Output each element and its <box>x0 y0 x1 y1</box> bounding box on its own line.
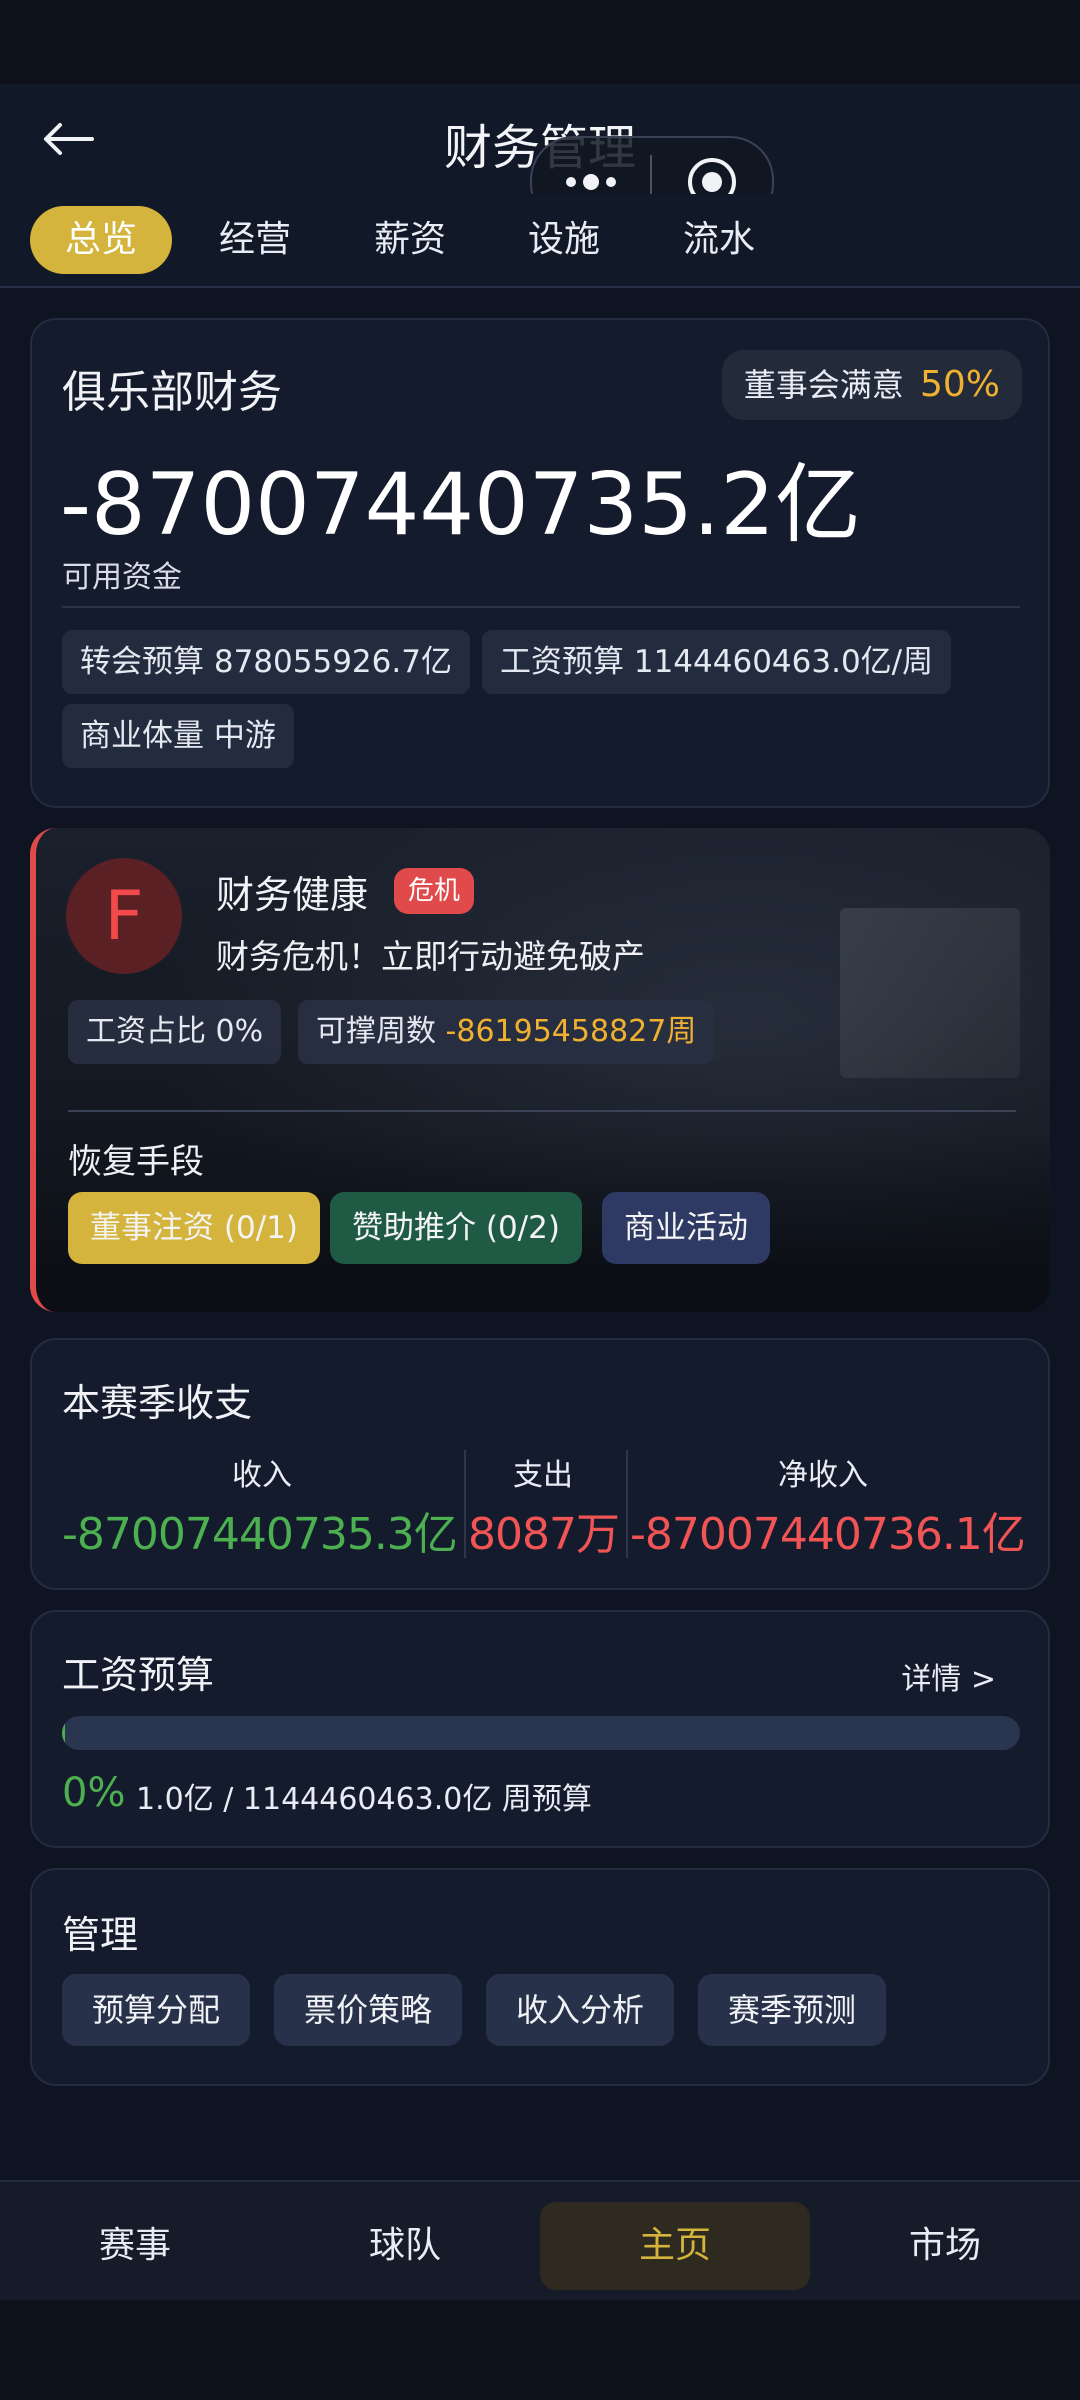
income-value: -87007440735.3亿 <box>62 1509 458 1560</box>
wage-budget-chip: 工资预算 1144460463.0亿/周 <box>482 630 952 694</box>
sponsor-pitch-button[interactable]: 赞助推介 (0/2) <box>330 1192 582 1264</box>
recovery-title: 恢复手段 <box>68 1142 204 1182</box>
ticket-pricing-button[interactable]: 票价策略 <box>274 1974 463 2046</box>
tab-transactions[interactable]: 流水 <box>649 206 789 274</box>
club-finance-card: 俱乐部财务 董事会满意 50% -87007440735.2亿 可用资金 转会预… <box>30 318 1050 808</box>
available-funds-value: -87007440735.2亿 <box>60 455 861 555</box>
weeks-left-value: -86195458827周 <box>445 1014 697 1049</box>
transfer-budget-chip: 转会预算 878055926.7亿 <box>62 630 470 694</box>
season-finance-card: 本赛季收支 收入 -87007440735.3亿 支出 8087万 净收入 -8… <box>30 1338 1050 1590</box>
nav-team[interactable]: 球队 <box>270 2202 540 2290</box>
management-card: 管理 预算分配 票价策略 收入分析 赛季预测 <box>30 1868 1050 2086</box>
net-income-label: 净收入 <box>778 1458 868 1493</box>
budget-allocation-button[interactable]: 预算分配 <box>62 1974 251 2046</box>
commercial-activity-button[interactable]: 商业活动 <box>602 1192 770 1264</box>
commercial-size-chip: 商业体量 中游 <box>62 704 294 768</box>
divider <box>68 1110 1016 1112</box>
crisis-badge: 危机 <box>394 868 475 914</box>
tab-overview[interactable]: 总览 <box>30 206 172 274</box>
tab-salary[interactable]: 薪资 <box>340 206 480 274</box>
board-satisfaction-label: 董事会满意 <box>743 366 904 404</box>
wage-ratio-chip: 工资占比 0% <box>68 1000 282 1064</box>
board-satisfaction-badge: 董事会满意 50% <box>721 350 1022 420</box>
tab-bar: 总览 经营 薪资 设施 流水 <box>0 194 1080 288</box>
wage-progress-bar <box>62 1716 1020 1750</box>
wage-summary: 1.0亿 / 1144460463.0亿 周预算 <box>136 1782 592 1817</box>
wage-percent: 0% <box>62 1770 126 1816</box>
wage-budget-card: 工资预算 详情 > 0% 1.0亿 / 1144460463.0亿 周预算 <box>30 1610 1050 1848</box>
wage-details-link[interactable]: 详情 > <box>901 1654 996 1698</box>
tab-operations[interactable]: 经营 <box>185 206 325 274</box>
board-injection-button[interactable]: 董事注资 (0/1) <box>68 1192 320 1264</box>
weeks-left-label: 可撑周数 <box>316 1014 436 1049</box>
board-satisfaction-value: 50% <box>919 364 1000 405</box>
nav-market[interactable]: 市场 <box>810 2202 1080 2290</box>
commercial-size-label: 商业体量 <box>80 718 204 754</box>
expense-value: 8087万 <box>468 1509 620 1560</box>
income-label: 收入 <box>232 1458 292 1493</box>
nav-home[interactable]: 主页 <box>540 2202 810 2290</box>
wage-budget-title: 工资预算 <box>62 1653 215 1697</box>
nav-matches[interactable]: 赛事 <box>0 2202 270 2290</box>
divider <box>62 606 1020 608</box>
income-analysis-button[interactable]: 收入分析 <box>486 1974 675 2046</box>
commercial-size-value: 中游 <box>213 718 276 754</box>
system-bottom-area <box>0 2300 1080 2400</box>
club-finance-title: 俱乐部财务 <box>62 367 282 418</box>
management-title: 管理 <box>62 1913 139 1957</box>
season-finance-title: 本赛季收支 <box>62 1381 253 1425</box>
background-screen <box>840 908 1020 1078</box>
health-grade: F <box>66 858 182 974</box>
season-forecast-button[interactable]: 赛季预测 <box>698 1974 887 2046</box>
health-title: 财务健康 <box>216 873 369 917</box>
bottom-nav: 赛事 球队 主页 市场 <box>0 2180 1080 2302</box>
available-funds-label: 可用资金 <box>62 560 182 595</box>
expense-label: 支出 <box>513 1458 573 1493</box>
financial-health-card: F 财务健康 危机 财务危机！立即行动避免破产 工资占比 0% 可撑周数 -86… <box>30 828 1050 1312</box>
health-message: 财务危机！立即行动避免破产 <box>216 937 645 976</box>
weeks-left-chip: 可撑周数 -86195458827周 <box>298 1000 715 1064</box>
header: 财务管理 <box>0 84 1080 228</box>
more-dots-icon <box>566 174 616 190</box>
divider <box>464 1450 466 1558</box>
status-bar <box>0 0 1080 84</box>
net-income-value: -87007440736.1亿 <box>630 1509 1026 1560</box>
tab-facilities[interactable]: 设施 <box>494 206 634 274</box>
wage-progress-fill <box>62 1716 65 1750</box>
